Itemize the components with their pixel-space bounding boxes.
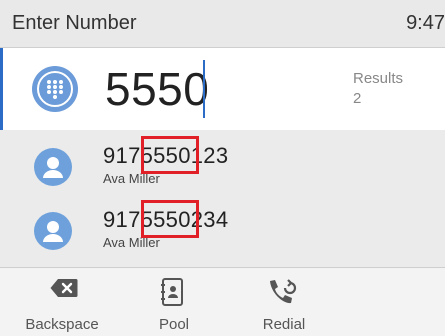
- dialpad-icon[interactable]: [32, 66, 78, 112]
- results-label: Results: [353, 70, 404, 87]
- match-highlight-box: [141, 200, 199, 238]
- redial-label: Redial: [262, 316, 306, 333]
- list-item[interactable]: 9175550234 Ava Miller: [0, 196, 445, 260]
- number-entry-field[interactable]: 5550 Results 2: [0, 48, 445, 130]
- clock: 9:47: [406, 12, 445, 34]
- redial-phone-icon: [266, 278, 298, 313]
- page-title: Enter Number: [12, 12, 137, 34]
- title-bar: Enter Number 9:47: [0, 0, 445, 48]
- list-item[interactable]: 9175550123 Ava Miller: [0, 132, 445, 196]
- redial-button[interactable]: Redial: [234, 268, 334, 336]
- pool-button[interactable]: Pool: [124, 268, 224, 336]
- contact-avatar-icon: [34, 148, 72, 186]
- contact-book-icon: [160, 278, 184, 311]
- softkey-bar: Backspace Pool Redial: [0, 267, 445, 336]
- contact-avatar-icon: [34, 212, 72, 250]
- pool-label: Pool: [158, 316, 190, 333]
- backspace-icon: [50, 278, 78, 303]
- backspace-button[interactable]: Backspace: [12, 268, 112, 336]
- text-caret: [203, 60, 205, 118]
- dialed-number[interactable]: 5550: [105, 62, 209, 116]
- backspace-label: Backspace: [25, 316, 99, 333]
- results-count: 2: [353, 90, 362, 107]
- match-highlight-box: [141, 136, 199, 174]
- match-list: 9175550123 Ava Miller 9175550234 Ava Mil…: [0, 130, 445, 267]
